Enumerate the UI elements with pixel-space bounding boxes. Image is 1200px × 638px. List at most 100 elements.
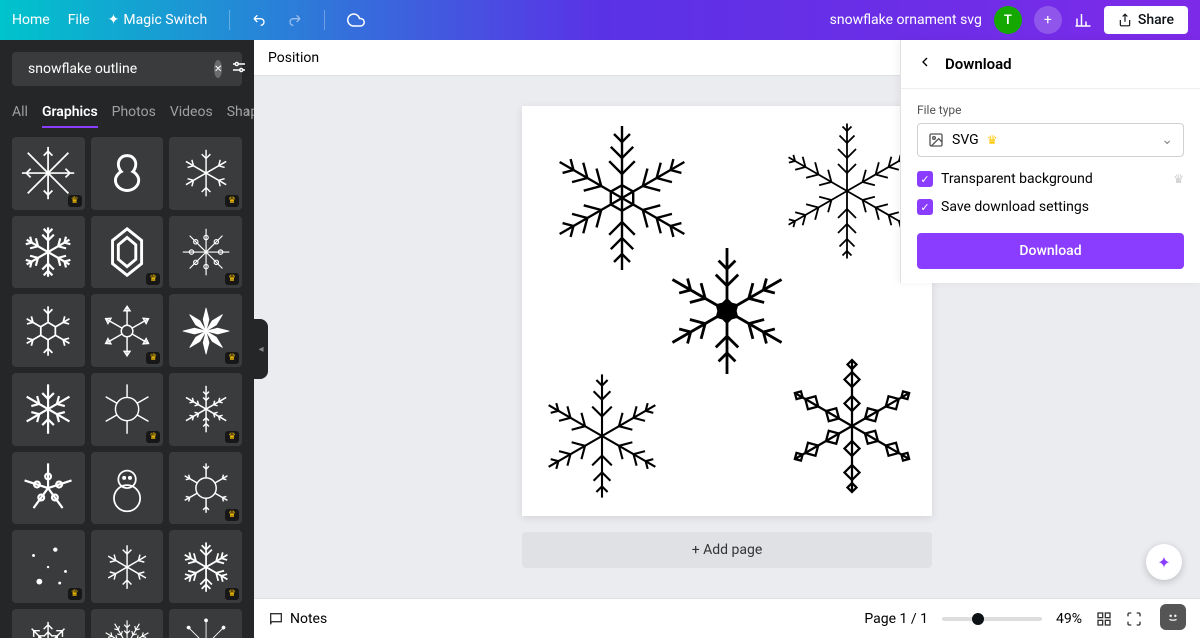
- premium-badge: ♛: [225, 509, 239, 521]
- notes-button[interactable]: Notes: [268, 611, 327, 627]
- download-button[interactable]: Download: [917, 233, 1184, 269]
- graphic-result[interactable]: [91, 530, 164, 603]
- file-menu[interactable]: File: [68, 12, 90, 28]
- graphic-result[interactable]: ♛: [91, 373, 164, 446]
- chevron-left-icon: [917, 54, 933, 70]
- close-icon: ✕: [214, 64, 222, 75]
- file-type-select[interactable]: SVG ♛ ⌄: [917, 123, 1184, 157]
- magic-switch-label: Magic Switch: [123, 12, 207, 28]
- magic-switch-button[interactable]: ✦ Magic Switch: [108, 12, 208, 28]
- canvas-snowflake[interactable]: [532, 366, 672, 506]
- chart-icon: [1074, 11, 1092, 29]
- document-title[interactable]: snowflake ornament svg: [830, 12, 982, 28]
- canvas-snowflake[interactable]: [777, 351, 927, 501]
- zoom-slider[interactable]: [942, 617, 1042, 621]
- tab-all[interactable]: All: [12, 98, 28, 128]
- snowflake-icon: [98, 302, 156, 360]
- zoom-value[interactable]: 49%: [1056, 611, 1082, 627]
- plus-icon: +: [1044, 12, 1052, 28]
- graphic-result[interactable]: ♛: [169, 216, 242, 289]
- graphic-result[interactable]: [12, 294, 85, 367]
- insights-button[interactable]: [1074, 11, 1092, 29]
- canvas-page[interactable]: [522, 106, 932, 516]
- crown-icon: ♛: [987, 133, 998, 147]
- canvas-snowflake[interactable]: [657, 241, 797, 381]
- snowflake-icon: [177, 616, 235, 638]
- graphic-result[interactable]: ♛: [169, 137, 242, 210]
- position-button[interactable]: Position: [268, 50, 319, 66]
- help-fab[interactable]: ✦: [1146, 544, 1182, 580]
- premium-badge: ♛: [68, 195, 82, 207]
- snowflake-icon: [177, 538, 235, 596]
- ai-icon: [1166, 610, 1180, 624]
- tabs-scroll-right[interactable]: ›: [246, 104, 250, 120]
- snowflake-icon: [19, 538, 77, 596]
- snowflake-icon: [177, 380, 235, 438]
- snowflake-icon: [177, 459, 235, 517]
- graphic-result[interactable]: ♛: [91, 216, 164, 289]
- notes-label: Notes: [290, 611, 327, 627]
- grid-view-icon[interactable]: [1096, 611, 1112, 627]
- premium-badge: ♛: [225, 431, 239, 443]
- premium-badge: ♛: [146, 273, 160, 285]
- graphic-result[interactable]: [91, 137, 164, 210]
- top-bar: Home File ✦ Magic Switch snowflake ornam…: [0, 0, 1200, 40]
- graphic-result[interactable]: ♛: [12, 530, 85, 603]
- zoom-thumb[interactable]: [972, 613, 984, 625]
- graphic-result[interactable]: ♛: [169, 530, 242, 603]
- redo-button[interactable]: [286, 12, 302, 28]
- premium-badge: ♛: [225, 273, 239, 285]
- undo-icon: [252, 12, 268, 28]
- undo-button[interactable]: [252, 12, 268, 28]
- snowflake-icon: [98, 538, 156, 596]
- category-tabs: All Graphics Photos Videos Shapes ›: [0, 98, 254, 129]
- graphic-result[interactable]: [91, 452, 164, 525]
- search-box: ✕: [12, 52, 242, 86]
- ai-assistant-button[interactable]: [1160, 604, 1186, 630]
- graphic-result[interactable]: ♛: [169, 452, 242, 525]
- chevron-down-icon: ⌄: [1161, 132, 1173, 148]
- tab-videos[interactable]: Videos: [170, 98, 213, 128]
- notes-icon: [268, 611, 284, 627]
- home-link[interactable]: Home: [12, 12, 50, 28]
- transparent-bg-checkbox[interactable]: ✓ Transparent background ♛: [917, 171, 1184, 187]
- graphic-result[interactable]: ♛: [91, 609, 164, 638]
- graphic-result[interactable]: ♛: [169, 373, 242, 446]
- snowflake-icon: [98, 223, 156, 281]
- snowflake-icon: [19, 223, 77, 281]
- page-indicator[interactable]: Page 1 / 1: [864, 611, 928, 627]
- back-button[interactable]: [917, 54, 933, 74]
- clear-search-button[interactable]: ✕: [214, 60, 222, 78]
- premium-badge: ♛: [225, 195, 239, 207]
- snowflake-icon: [19, 616, 77, 638]
- filter-button[interactable]: [230, 58, 248, 80]
- search-input[interactable]: [28, 61, 206, 77]
- tab-photos[interactable]: Photos: [112, 98, 156, 128]
- save-settings-checkbox[interactable]: ✓ Save download settings: [917, 199, 1184, 215]
- add-page-button[interactable]: + Add page: [522, 532, 932, 568]
- share-button[interactable]: Share: [1104, 6, 1188, 34]
- cloud-sync-button[interactable]: [347, 11, 365, 29]
- tab-graphics[interactable]: Graphics: [42, 98, 98, 128]
- fullscreen-icon[interactable]: [1126, 611, 1142, 627]
- graphic-result[interactable]: [12, 216, 85, 289]
- graphic-result[interactable]: ♛: [169, 609, 242, 638]
- graphic-result[interactable]: ♛: [91, 294, 164, 367]
- upload-icon: [1118, 13, 1132, 27]
- download-title: Download: [945, 55, 1012, 73]
- checkbox-checked-icon: ✓: [917, 171, 933, 187]
- elements-sidebar: ✕ All Graphics Photos Videos Shapes › ♛ …: [0, 40, 254, 638]
- graphic-result[interactable]: ♛: [12, 609, 85, 638]
- invite-button[interactable]: +: [1034, 6, 1062, 34]
- graphic-result[interactable]: [12, 373, 85, 446]
- graphic-result[interactable]: ♛: [169, 294, 242, 367]
- sidebar-toggle[interactable]: ◂: [254, 319, 268, 379]
- graphic-result[interactable]: [12, 452, 85, 525]
- user-avatar[interactable]: T: [994, 6, 1022, 34]
- checkbox-checked-icon: ✓: [917, 199, 933, 215]
- snowflake-icon: [98, 616, 156, 638]
- premium-badge: ♛: [68, 588, 82, 600]
- divider: [324, 10, 325, 30]
- graphic-result[interactable]: ♛: [12, 137, 85, 210]
- snowflake-icon: [19, 302, 77, 360]
